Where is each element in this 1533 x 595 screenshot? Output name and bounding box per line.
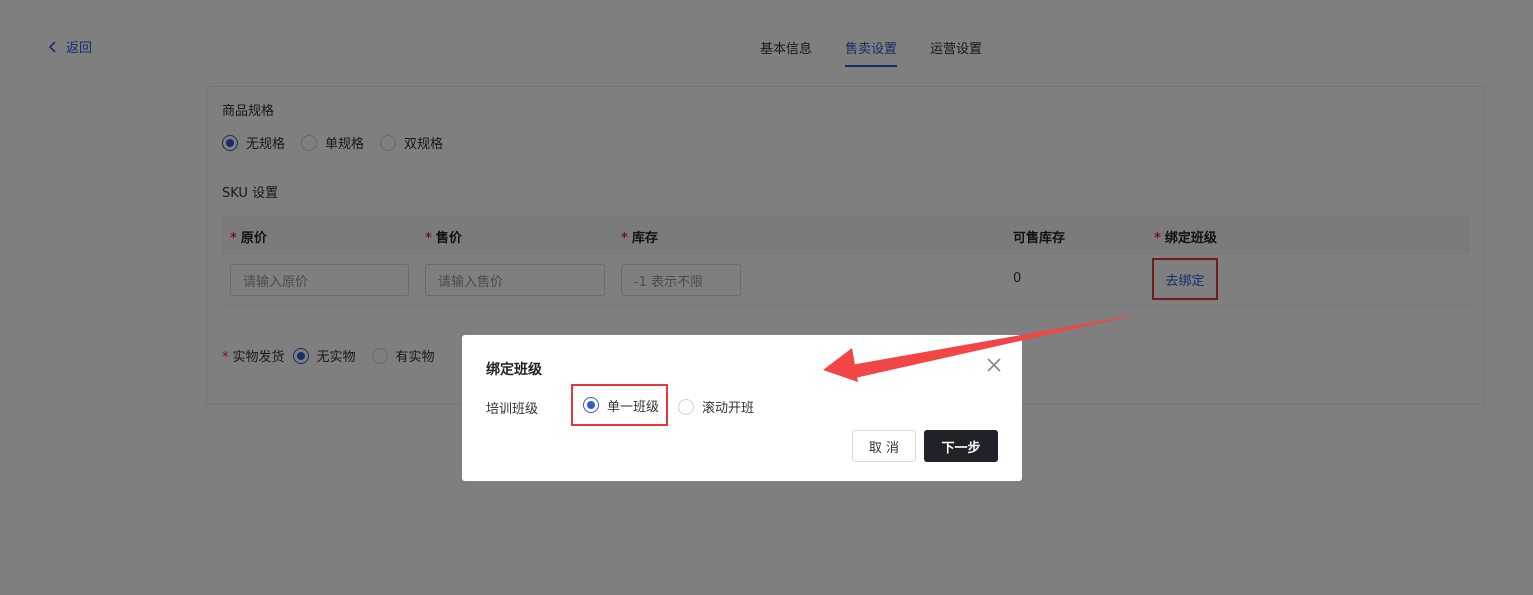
- radio-dot: [678, 398, 694, 415]
- modal-title: 绑定班级: [486, 362, 542, 378]
- radio-label: 单一班级: [607, 399, 660, 415]
- radio-dot: [583, 397, 599, 413]
- page: 返回 基本信息 售卖设置 运营设置 商品规格 无规格 单规格 双规格 SKU 设…: [0, 0, 1533, 595]
- training-class-label: 培训班级: [486, 402, 539, 417]
- class-option-rolling[interactable]: 滚动开班: [678, 397, 754, 416]
- class-option-single[interactable]: 单一班级: [583, 396, 659, 415]
- radio-label: 滚动开班: [702, 401, 755, 416]
- bind-class-modal: 绑定班级 培训班级 单一班级 滚动开班 取 消 下一步: [462, 335, 1022, 481]
- single-class-highlight: 单一班级: [571, 384, 668, 426]
- close-icon[interactable]: [984, 355, 1004, 375]
- cancel-button[interactable]: 取 消: [852, 430, 916, 462]
- modal-overlay[interactable]: [0, 0, 1533, 595]
- next-step-button[interactable]: 下一步: [924, 430, 998, 462]
